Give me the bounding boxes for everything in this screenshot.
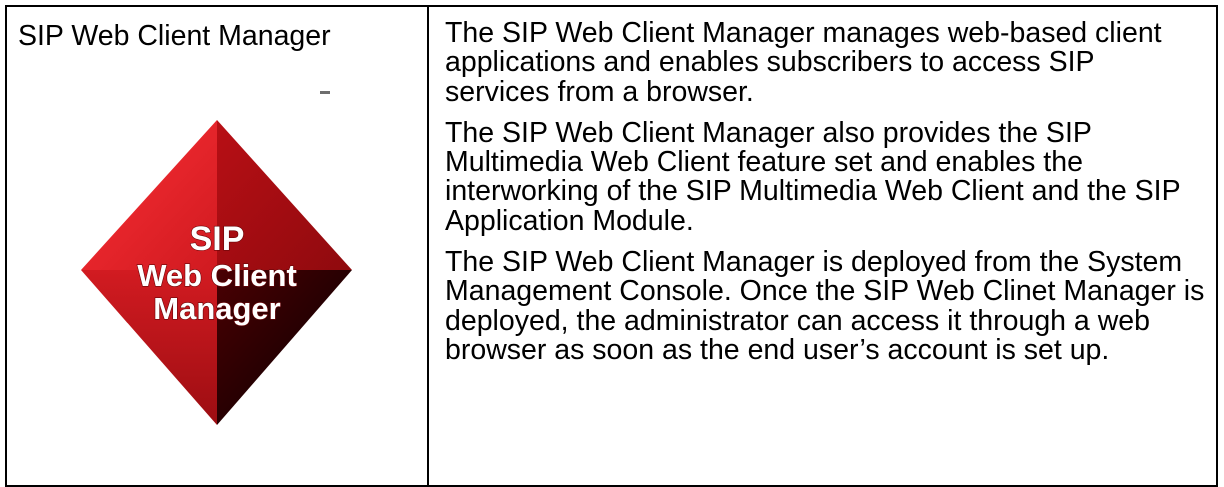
description-content: The SIP Web Client Manager manages web-b… xyxy=(429,7,1216,365)
table-row: SIP Web Client Manager SIP Web Client Ma… xyxy=(5,5,1218,487)
component-cell-content: SIP Web Client Manager SIP Web Client Ma… xyxy=(7,7,427,485)
description-paragraph-2: The SIP Web Client Manager also provides… xyxy=(445,116,1181,237)
logo-text-line-1: SIP xyxy=(190,220,245,258)
logo-text-line-2: Web Client xyxy=(137,258,297,293)
description-cell: The SIP Web Client Manager manages web-b… xyxy=(427,5,1218,487)
description-paragraph-1: The SIP Web Client Manager manages web-b… xyxy=(445,17,1162,108)
component-name: SIP Web Client Manager xyxy=(18,20,331,52)
sip-web-client-manager-logo: SIP Web Client Manager xyxy=(81,120,352,425)
component-cell: SIP Web Client Manager SIP Web Client Ma… xyxy=(5,5,429,487)
scan-artifact-mark xyxy=(320,91,330,94)
description-paragraph-3: The SIP Web Client Manager is deployed f… xyxy=(445,246,1205,366)
logo-text-line-3: Manager xyxy=(153,291,280,326)
component-table: SIP Web Client Manager SIP Web Client Ma… xyxy=(5,5,1218,487)
